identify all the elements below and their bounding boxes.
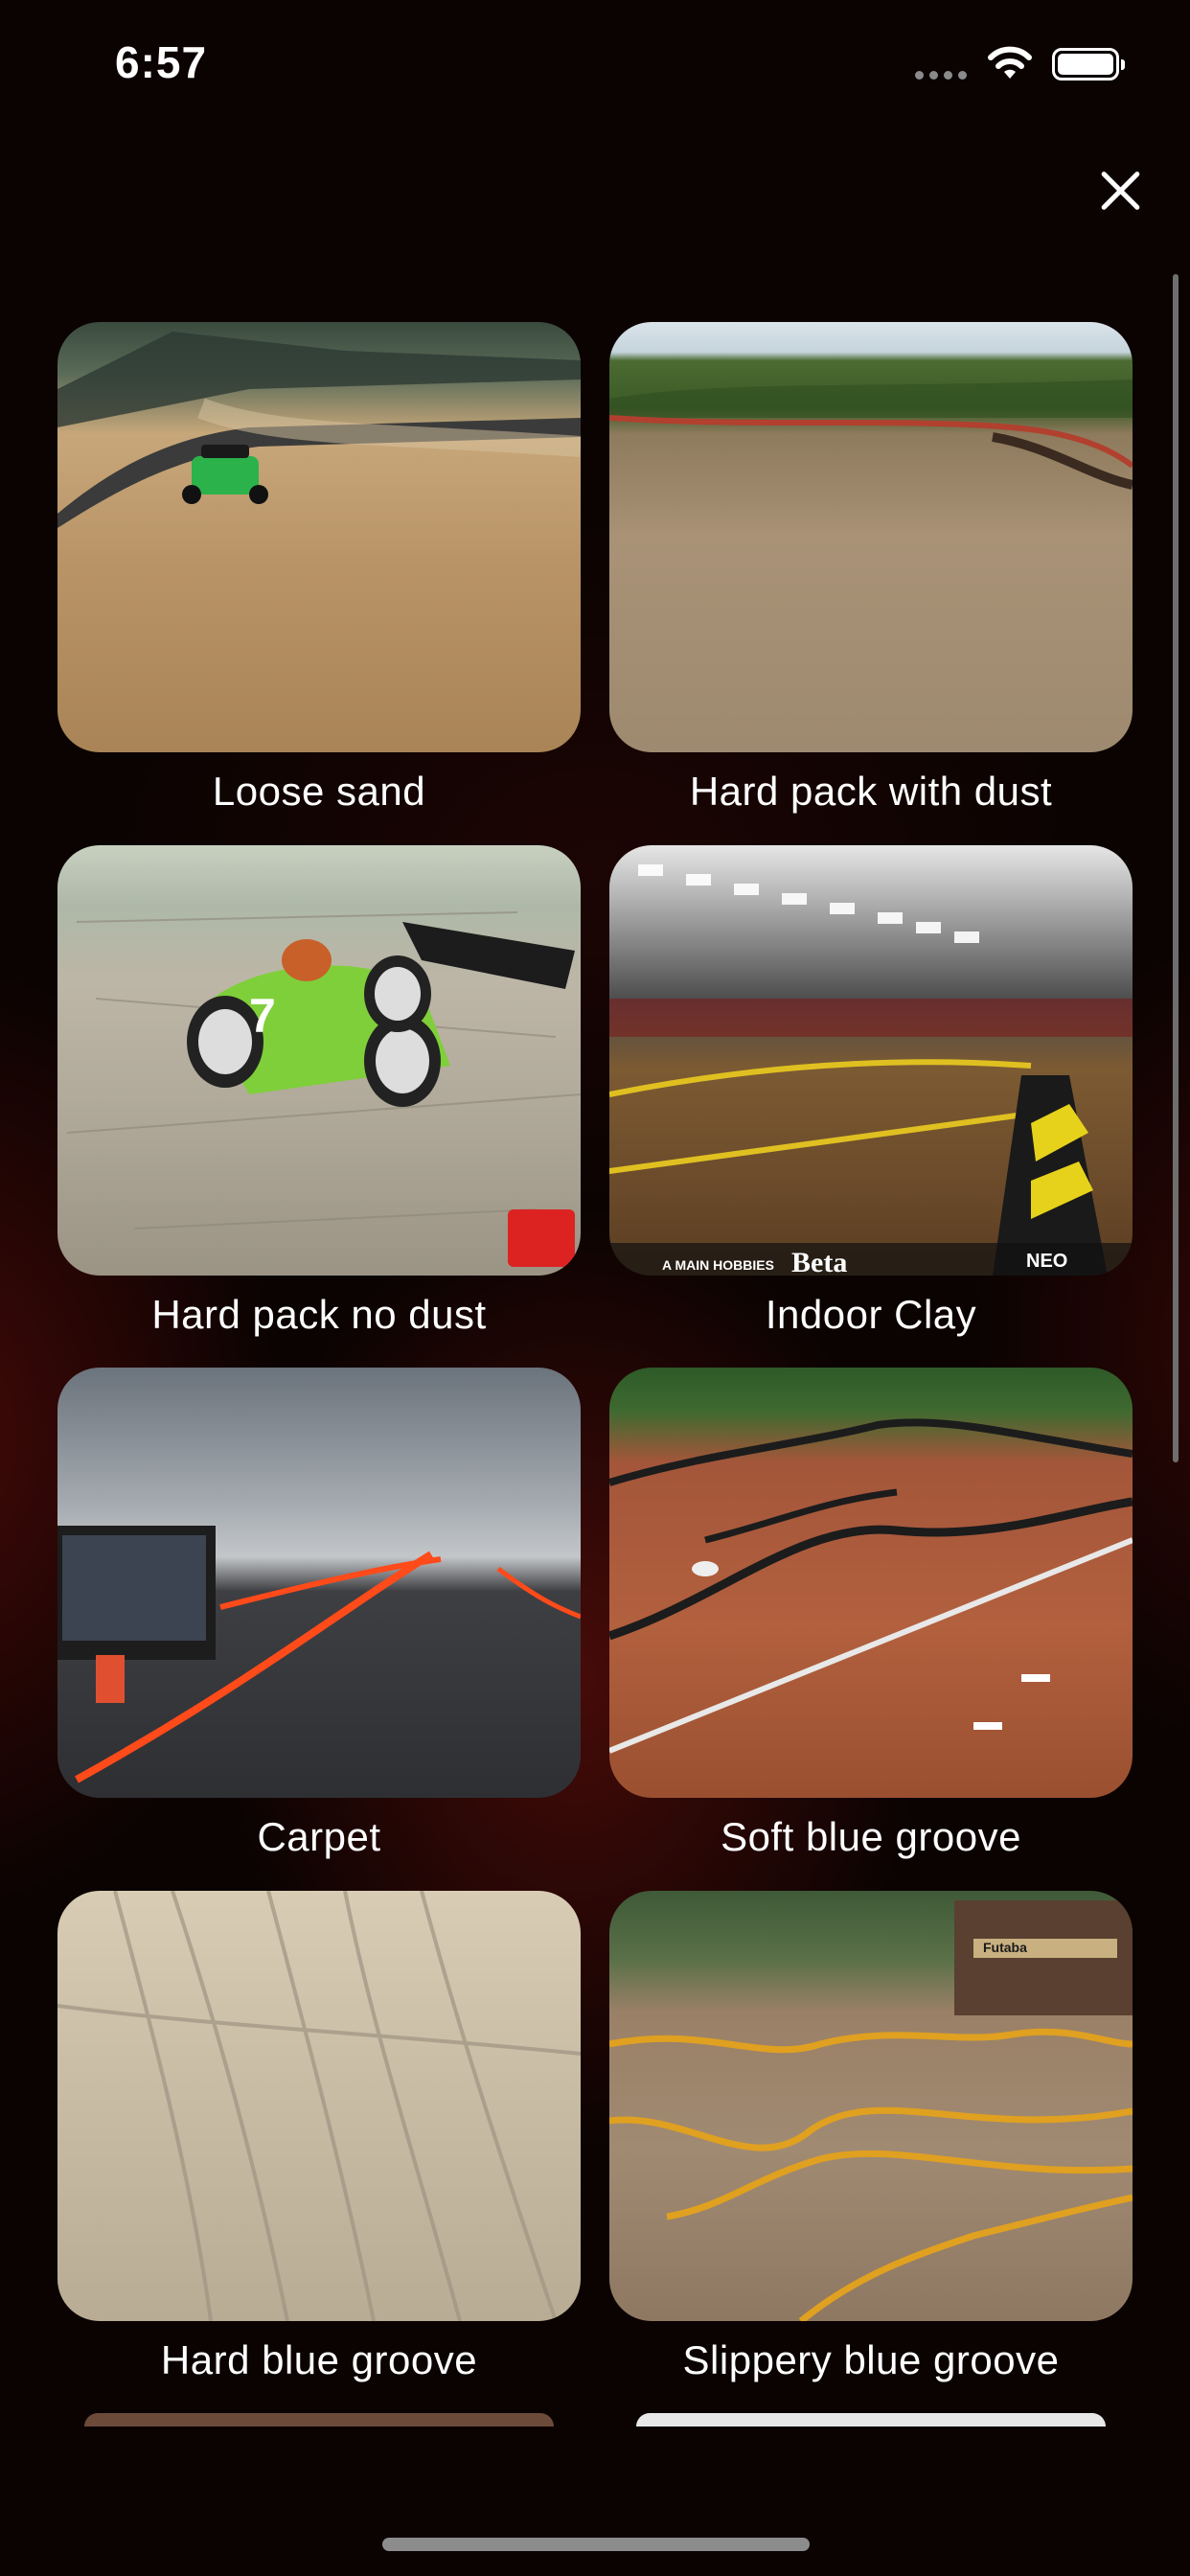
surface-card-slippery-blue-groove[interactable]: Futaba Slippery blue groove bbox=[609, 1891, 1133, 2382]
sign-text: Futaba bbox=[983, 1940, 1027, 1955]
surface-label: Hard pack no dust bbox=[151, 1292, 487, 1337]
close-button[interactable] bbox=[1092, 163, 1148, 218]
sponsor-text: NEO bbox=[1026, 1251, 1067, 1272]
soft-blue-groove-image bbox=[609, 1368, 1133, 1798]
surface-card-next-peek bbox=[84, 2413, 554, 2426]
surface-card-hard-pack-no-dust[interactable]: 7 Hard pack no dust bbox=[57, 845, 581, 1337]
surface-card-next-peek bbox=[636, 2413, 1106, 2426]
surface-label: Loose sand bbox=[212, 769, 426, 814]
carpet-image bbox=[57, 1368, 581, 1798]
surface-label: Indoor Clay bbox=[765, 1292, 977, 1337]
surface-label: Carpet bbox=[257, 1814, 381, 1859]
status-bar: 6:57 bbox=[0, 0, 1190, 134]
surface-card-indoor-clay[interactable]: A MAIN HOBBIES Beta NEO Indoor Clay bbox=[609, 845, 1133, 1337]
home-indicator[interactable] bbox=[382, 2538, 810, 2551]
surface-card-hard-pack-with-dust[interactable]: Hard pack with dust bbox=[609, 322, 1133, 814]
surface-label: Slippery blue groove bbox=[682, 2337, 1060, 2382]
surface-label: Hard pack with dust bbox=[689, 769, 1053, 814]
hard-pack-no-dust-image: 7 bbox=[57, 845, 581, 1276]
scrollbar[interactable] bbox=[1173, 274, 1179, 1462]
sponsor-text: Beta bbox=[791, 1247, 847, 1276]
slippery-blue-groove-image: Futaba bbox=[609, 1891, 1133, 2321]
hard-pack-with-dust-image bbox=[609, 322, 1133, 752]
status-time: 6:57 bbox=[115, 37, 208, 87]
surface-card-loose-sand[interactable]: Loose sand bbox=[57, 322, 581, 814]
car-number: 7 bbox=[249, 989, 276, 1043]
wifi-icon bbox=[988, 46, 1032, 79]
surface-card-hard-blue-groove[interactable]: Hard blue groove bbox=[57, 1891, 581, 2382]
indoor-clay-image: A MAIN HOBBIES Beta NEO bbox=[609, 845, 1133, 1276]
surface-label: Soft blue groove bbox=[721, 1814, 1021, 1859]
surface-card-soft-blue-groove[interactable]: Soft blue groove bbox=[609, 1368, 1133, 1859]
hard-blue-groove-image bbox=[57, 1891, 581, 2321]
battery-icon bbox=[1052, 48, 1125, 80]
sponsor-text: A MAIN HOBBIES bbox=[662, 1257, 774, 1273]
loose-sand-image bbox=[57, 322, 581, 752]
surface-label: Hard blue groove bbox=[160, 2337, 478, 2382]
cellular-signal-icon bbox=[915, 71, 967, 80]
surface-card-carpet[interactable]: Carpet bbox=[57, 1368, 581, 1859]
